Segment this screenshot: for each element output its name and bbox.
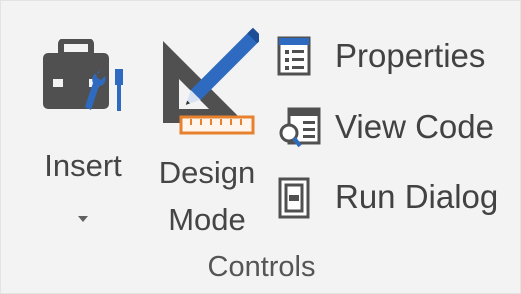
chevron-down-icon[interactable] <box>76 211 90 229</box>
controls-ribbon-group: Insert Design Mode Properties View Code … <box>0 0 521 294</box>
properties-label: Properties <box>335 37 486 74</box>
properties-button[interactable]: Properties <box>273 30 513 82</box>
view-code-icon <box>277 107 321 154</box>
design-mode-icon <box>159 23 263 144</box>
design-mode-label-line1: Design <box>158 155 256 190</box>
properties-icon <box>277 36 311 81</box>
design-mode-label-line2: Mode <box>168 202 246 237</box>
group-label: Controls <box>207 251 316 283</box>
run-dialog-button[interactable]: Run Dialog <box>273 171 513 223</box>
view-code-label: View Code <box>335 108 494 145</box>
insert-button[interactable]: Insert <box>29 23 137 238</box>
view-code-button[interactable]: View Code <box>273 101 513 153</box>
toolbox-icon <box>39 38 131 124</box>
design-mode-button[interactable]: Design Mode <box>147 15 267 240</box>
run-dialog-icon <box>277 177 311 224</box>
run-dialog-label: Run Dialog <box>335 178 499 215</box>
insert-label: Insert <box>44 148 122 183</box>
